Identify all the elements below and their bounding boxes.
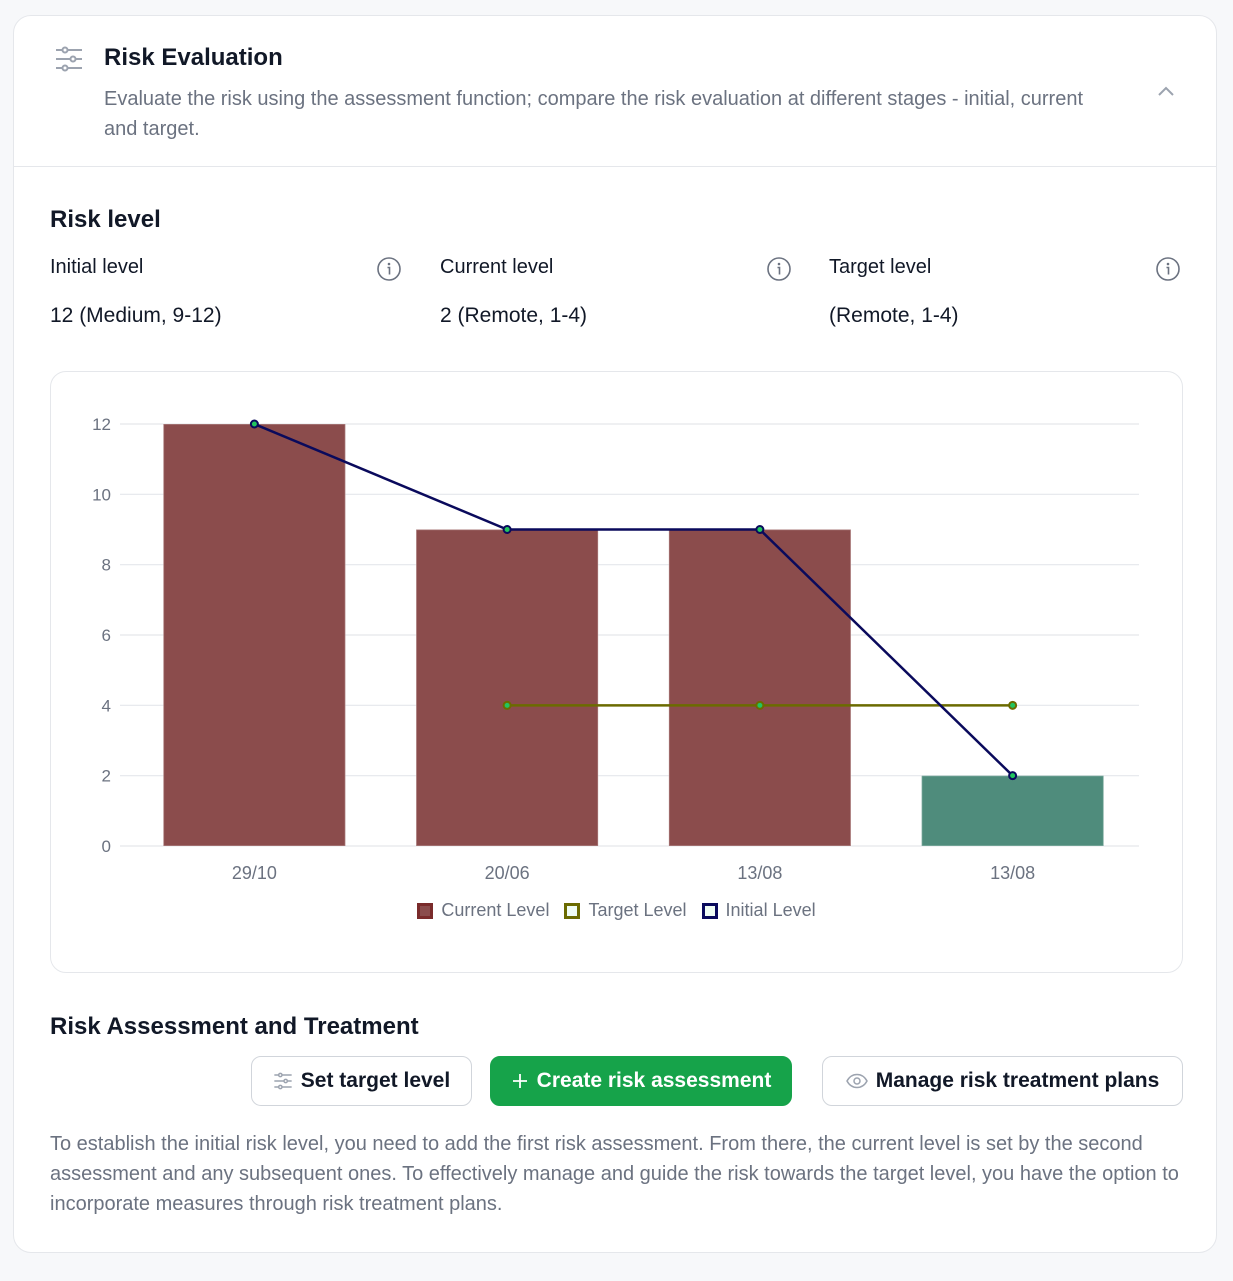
legend-initial-level[interactable]: Initial Level xyxy=(701,900,816,921)
target-level-label: Target level xyxy=(829,256,932,278)
y-tick-label: 0 xyxy=(102,837,111,856)
target-level-point xyxy=(1008,700,1018,710)
y-tick-label: 8 xyxy=(102,556,111,575)
chart-legend: Current Level Target Level Initial Level xyxy=(51,900,1182,924)
current-level: Current level 2 (Remote, 1-4) xyxy=(440,256,792,336)
info-icon[interactable] xyxy=(766,256,792,282)
legend-swatch-initial xyxy=(701,902,718,919)
create-risk-assessment-button[interactable]: Create risk assessment xyxy=(490,1056,792,1106)
initial-level-point xyxy=(755,525,765,534)
card-description: Evaluate the risk using the assessment f… xyxy=(104,88,1084,140)
info-icon[interactable] xyxy=(376,256,402,282)
card-header: Risk Evaluation Evaluate the risk using … xyxy=(14,16,1216,167)
legend-label: Initial Level xyxy=(725,900,816,920)
y-tick-label: 6 xyxy=(102,626,111,645)
legend-target-level[interactable]: Target Level xyxy=(564,900,687,921)
info-icon[interactable] xyxy=(1155,256,1181,282)
sliders-icon xyxy=(274,1072,292,1090)
bar xyxy=(162,423,347,847)
target-level-value: (Remote, 1-4) xyxy=(829,304,959,327)
x-tick-label: 13/08 xyxy=(737,863,782,883)
legend-swatch-current xyxy=(417,902,434,919)
initial-level-point xyxy=(1008,771,1018,781)
sliders-icon xyxy=(56,46,82,72)
risk-chart: 0 2 4 6 8 10 12 29/10 20/06 13/08 13/08 Current Le… xyxy=(50,371,1183,973)
current-level-label: Current level xyxy=(440,256,554,278)
chevron-up-icon[interactable] xyxy=(1154,80,1178,104)
eye-icon xyxy=(845,1073,868,1089)
risk-evaluation-card: Risk Evaluation Evaluate the risk using … xyxy=(13,15,1217,1253)
target-level-point xyxy=(502,700,512,710)
plus-icon xyxy=(512,1074,527,1088)
assessment-description: To establish the initial risk level, you… xyxy=(50,1133,1179,1215)
x-tick-label: 13/08 xyxy=(990,863,1035,883)
bar xyxy=(415,528,599,847)
bar xyxy=(668,528,852,847)
button-label: Set target level xyxy=(300,1069,451,1092)
target-level-point xyxy=(755,700,765,710)
initial-level-label: Initial level xyxy=(50,256,144,278)
card-title: Risk Evaluation xyxy=(104,44,283,71)
y-tick-label: 4 xyxy=(102,696,111,715)
set-target-level-button[interactable]: Set target level xyxy=(251,1056,472,1106)
legend-current-level[interactable]: Current Level xyxy=(417,900,549,921)
initial-level-point xyxy=(502,525,512,534)
initial-level-value: 12 (Medium, 9-12) xyxy=(50,304,222,327)
y-tick-label: 12 xyxy=(92,415,111,434)
x-tick-label: 29/10 xyxy=(232,863,277,883)
y-tick-label: 2 xyxy=(102,767,111,786)
legend-label: Target Level xyxy=(588,900,687,920)
assessment-title: Risk Assessment and Treatment xyxy=(50,1013,419,1040)
risk-level-title: Risk level xyxy=(50,206,161,233)
manage-risk-treatment-plans-button[interactable]: Manage risk treatment plans xyxy=(822,1056,1183,1106)
y-tick-label: 10 xyxy=(92,485,111,504)
initial-level-point xyxy=(249,419,259,429)
chart-canvas: 0 2 4 6 8 10 12 29/10 20/06 13/08 13/08 xyxy=(92,415,1139,883)
initial-level: Initial level 12 (Medium, 9-12) xyxy=(50,256,402,336)
legend-label: Current Level xyxy=(441,900,550,920)
current-level-value: 2 (Remote, 1-4) xyxy=(440,304,588,327)
x-tick-label: 20/06 xyxy=(485,863,530,883)
button-label: Create risk assessment xyxy=(536,1069,772,1092)
initial-level-line xyxy=(253,422,1014,777)
button-label: Manage risk treatment plans xyxy=(875,1069,1160,1092)
legend-swatch-target xyxy=(564,902,581,919)
target-level: Target level (Remote, 1-4) xyxy=(829,256,1181,336)
bar xyxy=(920,774,1105,847)
